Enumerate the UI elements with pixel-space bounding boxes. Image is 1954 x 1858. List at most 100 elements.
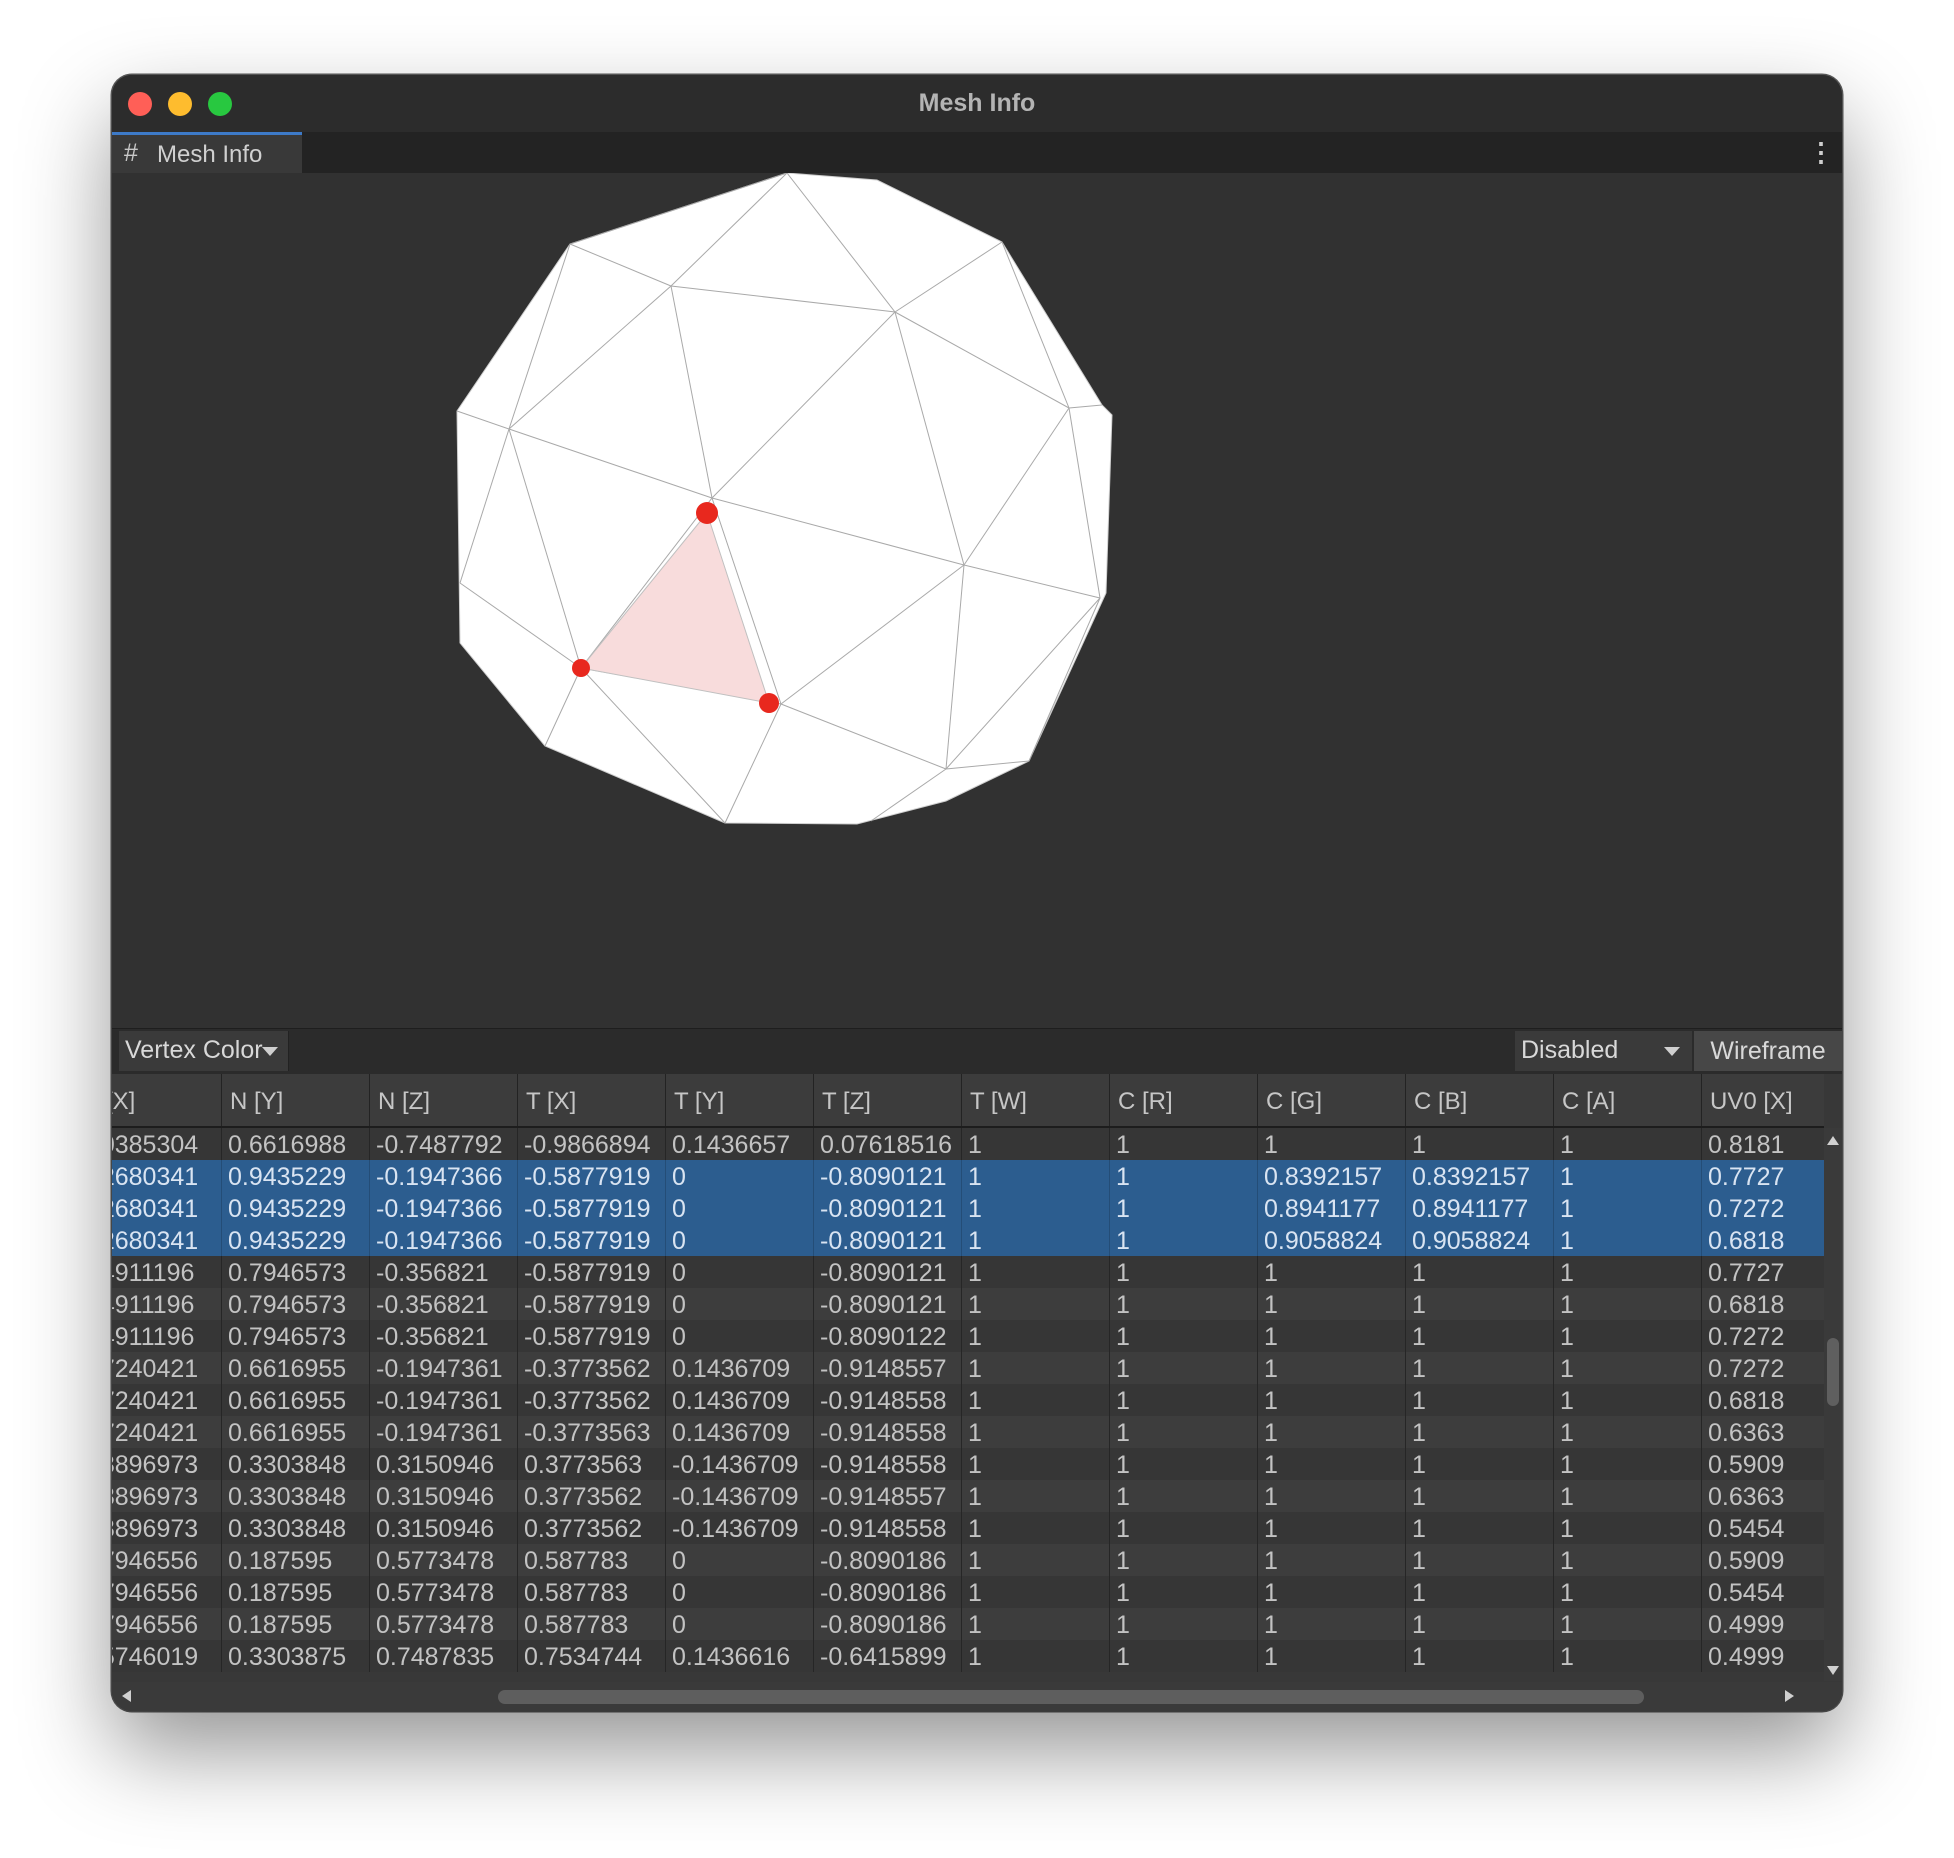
table-cell: 1: [962, 1128, 1110, 1160]
table-cell: 1: [1554, 1640, 1702, 1672]
column-header[interactable]: T [W]: [962, 1074, 1110, 1126]
table-cell: 1: [1554, 1544, 1702, 1576]
column-header[interactable]: N [Y]: [222, 1074, 370, 1126]
table-body[interactable]: 0.03853040.6616988-0.7487792-0.98668940.…: [112, 1128, 1824, 1681]
table-row[interactable]: 0.88969730.33038480.31509460.3773562-0.1…: [112, 1512, 1824, 1544]
table-cell: 1: [1554, 1320, 1702, 1352]
table-cell: 1: [1110, 1256, 1258, 1288]
wireframe-toggle-button[interactable]: Wireframe: [1694, 1031, 1842, 1071]
table-cell: 1: [962, 1320, 1110, 1352]
table-cell: 1: [1110, 1384, 1258, 1416]
table-cell: -0.9148557: [814, 1480, 962, 1512]
table-cell: -0.7487792: [370, 1128, 518, 1160]
selected-vertex-marker: [572, 659, 590, 677]
vertical-scroll-thumb[interactable]: [1827, 1338, 1839, 1406]
table-cell: 1: [1110, 1640, 1258, 1672]
table-cell: 0.6363: [1702, 1480, 1824, 1512]
table-cell: 1: [1258, 1640, 1406, 1672]
table-cell: 1: [1258, 1448, 1406, 1480]
column-header[interactable]: T [Z]: [814, 1074, 962, 1126]
horizontal-scroll-thumb[interactable]: [498, 1690, 1644, 1704]
table-row[interactable]: 0.79465560.1875950.57734780.5877830-0.80…: [112, 1544, 1824, 1576]
column-header[interactable]: C [R]: [1110, 1074, 1258, 1126]
table-cell: -0.1436709: [666, 1448, 814, 1480]
table-cell: 0: [666, 1256, 814, 1288]
title-bar[interactable]: Mesh Info: [112, 75, 1842, 132]
column-header[interactable]: C [A]: [1554, 1074, 1702, 1126]
table-row[interactable]: 0.03853040.6616988-0.7487792-0.98668940.…: [112, 1128, 1824, 1160]
table-cell: 1: [1110, 1160, 1258, 1192]
table-row[interactable]: 0.26803410.9435229-0.1947366-0.58779190-…: [112, 1224, 1824, 1256]
table-cell: 0.3303848: [222, 1480, 370, 1512]
table-cell: 0.9435229: [222, 1192, 370, 1224]
column-header[interactable]: C [B]: [1406, 1074, 1554, 1126]
table-row[interactable]: 0.49111960.7946573-0.356821-0.58779190-0…: [112, 1320, 1824, 1352]
column-header[interactable]: N [X]: [112, 1074, 222, 1126]
table-cell: 0.9058824: [1406, 1224, 1554, 1256]
table-cell: 1: [1406, 1608, 1554, 1640]
mesh-preview-viewport[interactable]: [112, 173, 1842, 1028]
table-cell: -0.1947361: [370, 1416, 518, 1448]
scroll-right-icon[interactable]: [1785, 1690, 1794, 1702]
table-cell: 1: [962, 1576, 1110, 1608]
chevron-down-icon: [1664, 1047, 1680, 1056]
table-row[interactable]: 0.49111960.7946573-0.356821-0.58779190-0…: [112, 1288, 1824, 1320]
column-header[interactable]: N [Z]: [370, 1074, 518, 1126]
table-row[interactable]: 0.79465560.1875950.57734780.5877830-0.80…: [112, 1576, 1824, 1608]
column-header[interactable]: UV0 [X]: [1702, 1074, 1824, 1126]
table-cell: 0.5909: [1702, 1448, 1824, 1480]
horizontal-scrollbar[interactable]: [112, 1682, 1824, 1711]
table-cell: 1: [1406, 1544, 1554, 1576]
table-cell: 0.7946573: [222, 1288, 370, 1320]
mesh-preview-canvas[interactable]: [112, 173, 1842, 1028]
table-cell: 1: [1554, 1608, 1702, 1640]
column-header[interactable]: T [Y]: [666, 1074, 814, 1126]
table-cell: 0: [666, 1224, 814, 1256]
table-cell: 0.3303848: [222, 1448, 370, 1480]
vertical-scrollbar[interactable]: [1824, 1128, 1842, 1681]
scroll-up-icon[interactable]: [1827, 1136, 1839, 1145]
table-row[interactable]: 0.49111960.7946573-0.356821-0.58779190-0…: [112, 1256, 1824, 1288]
table-cell: 0.1436616: [666, 1640, 814, 1672]
more-options-icon[interactable]: ⋮: [1808, 137, 1834, 168]
window-title: Mesh Info: [918, 89, 1036, 117]
table-cell: 0.5454: [1702, 1512, 1824, 1544]
table-cell: 0.7240421: [112, 1352, 222, 1384]
column-header[interactable]: T [X]: [518, 1074, 666, 1126]
table-cell: 0.587783: [518, 1544, 666, 1576]
table-row[interactable]: 0.72404210.6616955-0.1947361-0.37735620.…: [112, 1352, 1824, 1384]
table-cell: 0.8181: [1702, 1128, 1824, 1160]
table-cell: 1: [962, 1544, 1110, 1576]
table-row[interactable]: 0.79465560.1875950.57734780.5877830-0.80…: [112, 1608, 1824, 1640]
vertex-mode-label: Vertex Color: [125, 1036, 263, 1064]
table-cell: 1: [1110, 1608, 1258, 1640]
table-row[interactable]: 0.26803410.9435229-0.1947366-0.58779190-…: [112, 1160, 1824, 1192]
table-cell: 0.5746019: [112, 1640, 222, 1672]
table-cell: 1: [1258, 1544, 1406, 1576]
table-cell: 0.587783: [518, 1608, 666, 1640]
table-cell: 1: [1406, 1448, 1554, 1480]
table-cell: 1: [1110, 1352, 1258, 1384]
table-row[interactable]: 0.57460190.33038750.74878350.75347440.14…: [112, 1640, 1824, 1672]
table-row[interactable]: 0.26803410.9435229-0.1947366-0.58779190-…: [112, 1192, 1824, 1224]
table-row[interactable]: 0.72404210.6616955-0.1947361-0.37735620.…: [112, 1384, 1824, 1416]
table-cell: 1: [1554, 1192, 1702, 1224]
table-cell: 0.8392157: [1258, 1160, 1406, 1192]
culling-mode-label: Disabled: [1521, 1036, 1619, 1064]
vertex-mode-dropdown[interactable]: Vertex Color: [119, 1031, 289, 1071]
table-cell: 1: [1110, 1448, 1258, 1480]
scroll-left-icon[interactable]: [122, 1690, 131, 1702]
tab-mesh-info[interactable]: # Mesh Info: [112, 132, 302, 173]
column-header[interactable]: C [G]: [1258, 1074, 1406, 1126]
table-cell: 1: [1110, 1480, 1258, 1512]
table-row[interactable]: 0.72404210.6616955-0.1947361-0.37735630.…: [112, 1416, 1824, 1448]
table-row[interactable]: 0.88969730.33038480.31509460.3773563-0.1…: [112, 1448, 1824, 1480]
culling-mode-dropdown[interactable]: Disabled: [1515, 1031, 1692, 1071]
table-row[interactable]: 0.88969730.33038480.31509460.3773562-0.1…: [112, 1480, 1824, 1512]
table-cell: 1: [1258, 1128, 1406, 1160]
table-cell: 0.1436709: [666, 1384, 814, 1416]
table-cell: 0.587783: [518, 1576, 666, 1608]
table-cell: 1: [1554, 1416, 1702, 1448]
scroll-down-icon[interactable]: [1827, 1666, 1839, 1675]
table-cell: 0.4999: [1702, 1608, 1824, 1640]
